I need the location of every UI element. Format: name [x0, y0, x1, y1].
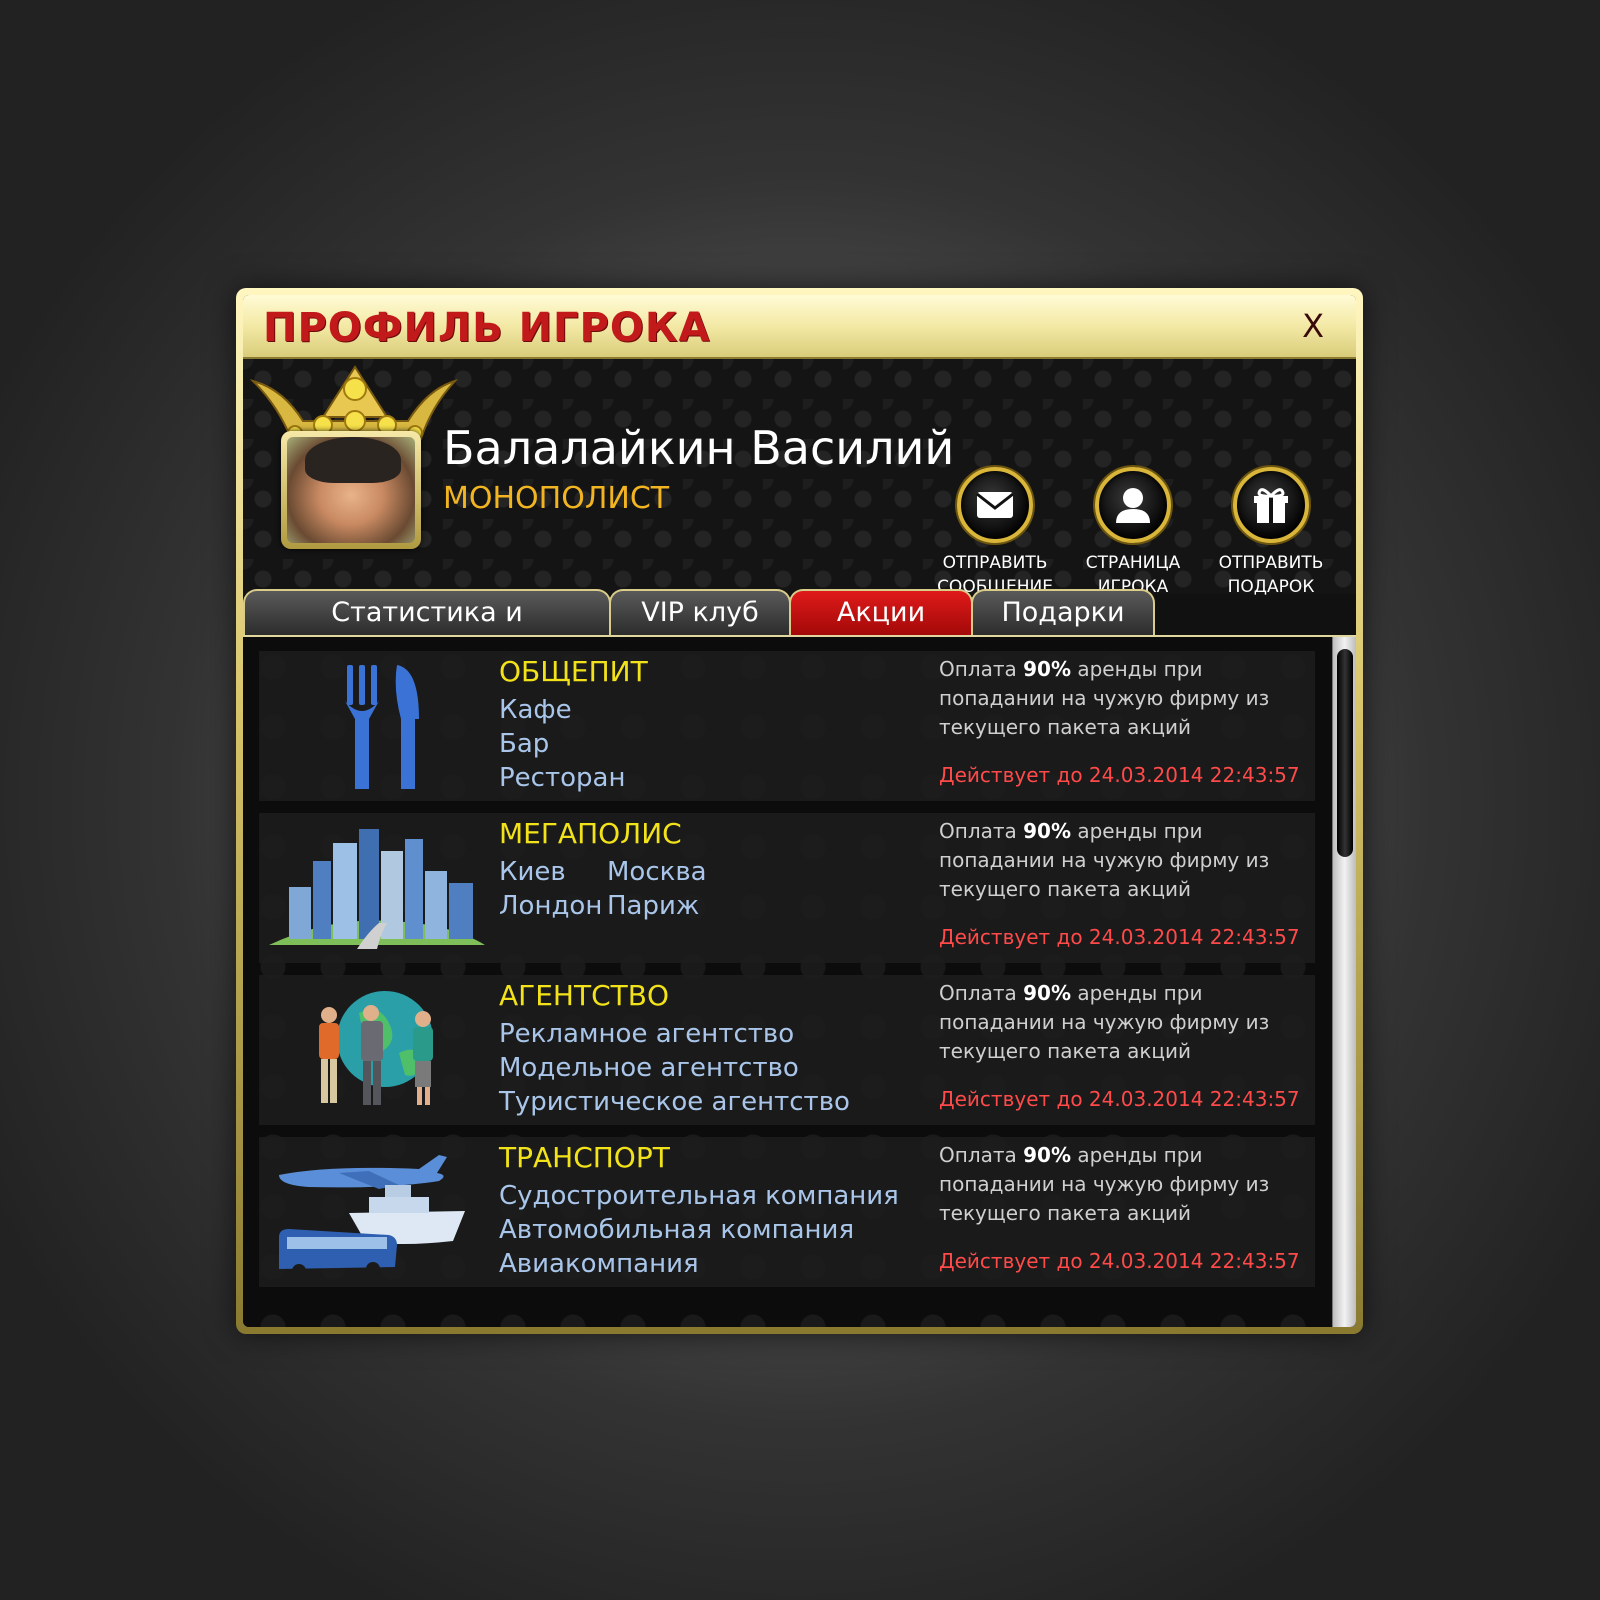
row-item: Модельное агентство [499, 1053, 799, 1083]
promotions-list: ОБЩЕПИТ Кафе Бар Ресторан Оплата 90% аре… [243, 637, 1356, 1327]
row-item: Москва [607, 857, 707, 887]
row-items: Рекламное агентство Модельное агентство … [499, 1017, 909, 1119]
avatar [287, 437, 415, 543]
close-button[interactable]: X [1302, 307, 1324, 345]
row-item: Авиакомпания [499, 1249, 699, 1279]
row-item: Киев [499, 857, 566, 887]
transport-icon [279, 1155, 465, 1278]
people-globe-icon [319, 991, 433, 1105]
title-bar: ПРОФИЛЬ ИГРОКА X [243, 295, 1356, 359]
promo-description: Оплата 90% аренды при попадании на чужую… [939, 1141, 1299, 1228]
fork-knife-icon [345, 665, 419, 789]
action-label-line: СТРАНИЦА [1085, 553, 1181, 573]
tab-vip-club[interactable]: VIP клуб [609, 589, 791, 637]
promo-expiry: Действует до 24.03.2014 22:43:57 [939, 763, 1300, 787]
action-label-line: ОТПРАВИТЬ [1218, 553, 1324, 573]
tab-statistics[interactable]: Статистика и Достижения [243, 589, 611, 672]
player-rank: МОНОПОЛИСТ [443, 481, 670, 516]
promo-description: Оплата 90% аренды при попадании на чужую… [939, 817, 1299, 904]
row-title: ОБЩЕПИТ [499, 655, 648, 688]
row-title: АГЕНТСТВО [499, 979, 669, 1012]
list-item[interactable]: ТРАНСПОРТ Судостроительная компания Авто… [259, 1137, 1315, 1287]
tab-promotions[interactable]: Акции [789, 589, 973, 637]
list-item[interactable]: АГЕНТСТВО Рекламное агентство Модельное … [259, 975, 1315, 1125]
row-title: ТРАНСПОРТ [499, 1141, 670, 1174]
list-item[interactable]: МЕГАПОЛИС Киев Москва Лондон Париж Оплат… [259, 813, 1315, 963]
player-page-button[interactable]: СТРАНИЦА ИГРОКА [1063, 467, 1203, 599]
row-item: Ресторан [499, 763, 626, 793]
window-body: ПРОФИЛЬ ИГРОКА X Балалайкин Василий МОНО… [243, 295, 1356, 1327]
action-circle [1095, 467, 1171, 543]
scrollbar-thumb[interactable] [1337, 649, 1353, 857]
player-profile-window: ПРОФИЛЬ ИГРОКА X Балалайкин Василий МОНО… [236, 288, 1363, 1334]
promo-percent: 90% [1023, 819, 1071, 843]
send-message-button[interactable]: ОТПРАВИТЬ СООБЩЕНИЕ [925, 467, 1065, 599]
list-item[interactable]: ОБЩЕПИТ Кафе Бар Ресторан Оплата 90% аре… [259, 651, 1315, 801]
row-items: Киев Москва Лондон Париж [499, 855, 909, 923]
row-item: Бар [499, 729, 550, 759]
promo-text: Оплата [939, 1143, 1024, 1167]
promo-expiry: Действует до 24.03.2014 22:43:57 [939, 1249, 1300, 1273]
send-gift-button[interactable]: ОТПРАВИТЬ ПОДАРОК [1201, 467, 1341, 599]
row-items: Кафе Бар Ресторан [499, 693, 909, 795]
action-label-line: ОТПРАВИТЬ [942, 553, 1048, 573]
promo-text: Оплата [939, 657, 1024, 681]
promo-description: Оплата 90% аренды при попадании на чужую… [939, 979, 1299, 1066]
tab-bar: Статистика и Достижения VIP клуб Акции П… [243, 587, 1356, 672]
promo-expiry: Действует до 24.03.2014 22:43:57 [939, 1087, 1300, 1111]
row-item: Лондон [499, 891, 603, 921]
row-item: Рекламное агентство [499, 1019, 795, 1049]
row-item: Автомобильная компания [499, 1215, 855, 1245]
row-item: Париж [607, 891, 700, 921]
row-item: Судостроительная компания [499, 1181, 899, 1211]
scrollbar[interactable] [1332, 637, 1356, 1327]
row-item: Туристическое агентство [499, 1087, 850, 1117]
promo-percent: 90% [1023, 1143, 1071, 1167]
window-title: ПРОФИЛЬ ИГРОКА [263, 305, 711, 351]
promo-text: Оплата [939, 819, 1024, 843]
promo-text: Оплата [939, 981, 1024, 1005]
row-title: МЕГАПОЛИС [499, 817, 682, 850]
user-icon [1116, 488, 1150, 523]
player-name: Балалайкин Василий [443, 421, 955, 475]
promo-percent: 90% [1023, 657, 1071, 681]
profile-header: Балалайкин Василий МОНОПОЛИСТ ОТПРАВИТЬ … [243, 359, 1356, 597]
row-item: Кафе [499, 695, 572, 725]
promo-percent: 90% [1023, 981, 1071, 1005]
avatar-frame[interactable] [281, 431, 421, 549]
action-circle [957, 467, 1033, 543]
action-circle [1233, 467, 1309, 543]
city-icon [269, 829, 485, 949]
promo-description: Оплата 90% аренды при попадании на чужую… [939, 655, 1299, 742]
tab-gifts[interactable]: Подарки [971, 589, 1155, 637]
envelope-icon [976, 492, 1014, 518]
promo-expiry: Действует до 24.03.2014 22:43:57 [939, 925, 1300, 949]
row-items: Судостроительная компания Автомобильная … [499, 1179, 909, 1281]
gift-icon [1254, 488, 1288, 523]
